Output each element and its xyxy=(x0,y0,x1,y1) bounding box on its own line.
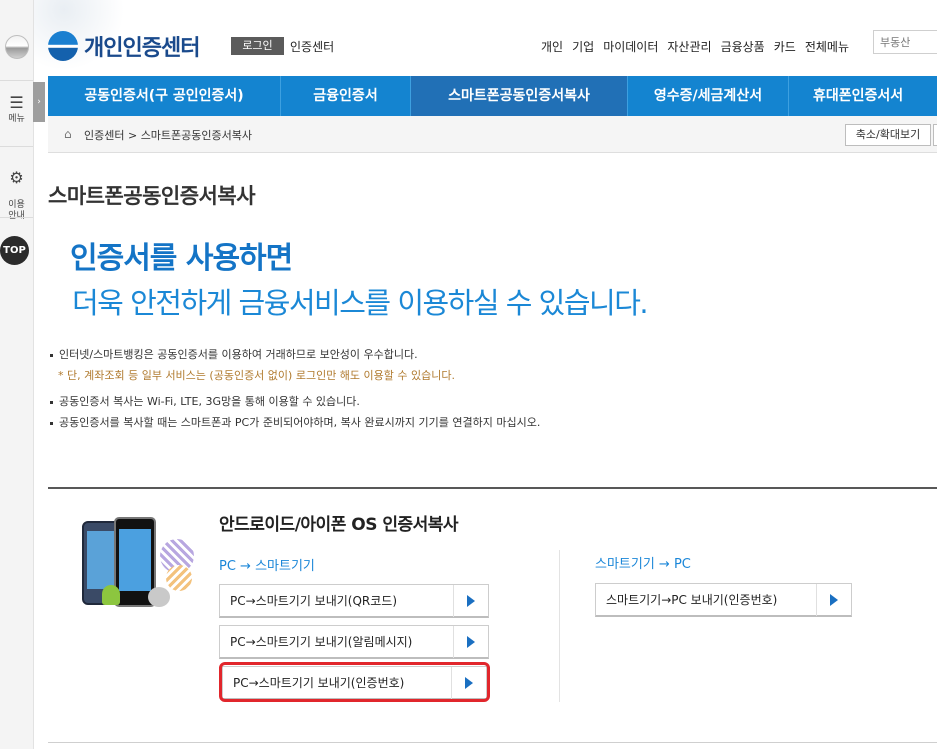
left-quick-rail: ☰ 메뉴 ⚙ 이용 안내 TOP xyxy=(0,0,34,749)
pc-to-smart-title: PC → 스마트기기 xyxy=(219,559,315,574)
tab-smartphone-copy[interactable]: 스마트폰공동인증서복사 xyxy=(411,76,628,116)
main-nav: 공동인증서(구 공인인증서) 금융인증서 스마트폰공동인증서복사 영수증/세금계… xyxy=(48,76,937,116)
rail-expand-arrow-icon[interactable]: › xyxy=(33,82,45,122)
topnav-asset[interactable]: 자산관리 xyxy=(667,38,711,55)
rail-divider xyxy=(0,146,33,147)
list-item: 공동인증서 복사는 Wi-Fi, LTE, 3G망을 통해 이용할 수 있습니다… xyxy=(50,393,360,409)
site-logo[interactable]: 개인인증센터 xyxy=(48,30,200,62)
logo-icon xyxy=(48,31,78,61)
hero-headline: 인증서를 사용하면 xyxy=(70,241,293,276)
rail-menu-button[interactable]: ☰ 메뉴 xyxy=(0,94,33,125)
logo-text: 개인인증센터 xyxy=(84,36,200,61)
page-title: 스마트폰공동인증서복사 xyxy=(48,184,256,208)
selection-highlight xyxy=(219,662,490,702)
receive-authcode-button[interactable]: 스마트기기→PC 보내기(인증번호) xyxy=(595,583,852,617)
hero-subheadline: 더욱 안전하게 금융서비스를 이용하실 수 있습니다. xyxy=(72,286,649,320)
smart-to-pc-title: 스마트기기 → PC xyxy=(595,557,691,572)
print-button[interactable] xyxy=(933,124,937,146)
send-qr-button[interactable]: PC→스마트기기 보내기(QR코드) xyxy=(219,584,489,618)
play-arrow-icon xyxy=(453,585,488,617)
smartphone-illustration xyxy=(82,517,194,617)
section-divider xyxy=(48,487,937,489)
tab-joint-cert[interactable]: 공동인증서(구 공인인증서) xyxy=(48,76,281,116)
column-divider xyxy=(559,550,560,702)
send-push-button[interactable]: PC→스마트기기 보내기(알림메시지) xyxy=(219,625,489,659)
tab-finance-cert[interactable]: 금융인증서 xyxy=(281,76,411,116)
rail-divider xyxy=(0,217,33,218)
zoom-button[interactable]: 축소/확대보기 xyxy=(845,124,931,146)
note-item: * 단, 계좌조회 등 일부 서비스는 (공동인증서 없이) 로그인만 해도 이… xyxy=(58,369,455,382)
play-arrow-icon xyxy=(453,626,488,658)
decorative-pattern-icon xyxy=(166,565,192,591)
tab-receipt[interactable]: 영수증/세금계산서 xyxy=(628,76,789,116)
topnav-products[interactable]: 금융상품 xyxy=(721,38,765,55)
bottom-divider xyxy=(48,742,937,743)
scroll-top-button[interactable]: TOP xyxy=(0,236,29,265)
breadcrumb: ⌂ 인증센터 > 스마트폰공동인증서복사 xyxy=(48,116,937,153)
android-logo-icon xyxy=(102,585,120,605)
home-icon[interactable]: ⌂ xyxy=(64,127,72,141)
top-nav: 개인 기업 마이데이터 자산관리 금융상품 카드 전체메뉴 xyxy=(541,38,858,55)
tab-mobile-cert[interactable]: 휴대폰인증서서 xyxy=(789,76,937,116)
topnav-mydata[interactable]: 마이데이터 xyxy=(603,38,658,55)
rail-menu-label: 메뉴 xyxy=(8,114,25,124)
topnav-personal[interactable]: 개인 xyxy=(541,38,563,55)
breadcrumb-path: 인증센터 > 스마트폰공동인증서복사 xyxy=(84,129,253,142)
list-item: 공동인증서를 복사할 때는 스마트폰과 PC가 준비되어야하며, 복사 완료시까… xyxy=(50,414,540,430)
center-label[interactable]: 인증센터 xyxy=(290,38,334,55)
topnav-card[interactable]: 카드 xyxy=(774,38,796,55)
play-arrow-icon xyxy=(816,584,851,616)
rail-divider xyxy=(0,80,33,81)
list-item: 인터넷/스마트뱅킹은 공동인증서를 이용하여 거래하므로 보안성이 우수합니다. xyxy=(50,346,418,362)
apple-logo-icon xyxy=(148,587,170,607)
document-icon: ☰ xyxy=(9,93,24,112)
login-button[interactable]: 로그인 xyxy=(231,37,284,55)
search-input[interactable]: 부동산 xyxy=(873,30,937,54)
topnav-business[interactable]: 기업 xyxy=(572,38,594,55)
topnav-all-menu[interactable]: 전체메뉴 xyxy=(805,38,849,55)
brand-mark-icon xyxy=(5,35,29,59)
gear-icon: ⚙ xyxy=(9,168,24,187)
rail-guide-button[interactable]: ⚙ 이용 안내 xyxy=(0,158,33,222)
section-title: 안드로이드/아이폰 OS 인증서복사 xyxy=(219,515,459,535)
